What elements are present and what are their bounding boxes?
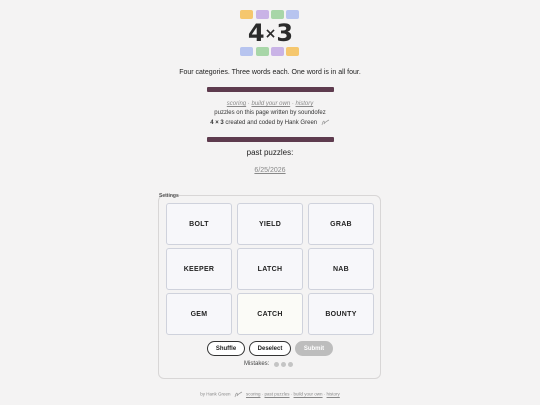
mistake-dot xyxy=(274,362,279,367)
word-tile[interactable]: NAB xyxy=(308,248,374,290)
mistake-dot xyxy=(281,362,286,367)
settings-label[interactable]: Settings xyxy=(159,193,179,199)
history-link[interactable]: history xyxy=(296,101,314,107)
word-tile[interactable]: BOLT xyxy=(166,203,232,245)
mistakes-label: Mistakes: xyxy=(244,361,270,367)
divider-bottom xyxy=(207,137,334,142)
signature-icon xyxy=(234,391,242,398)
logo-square xyxy=(240,10,253,19)
footer-scoring-link[interactable]: scoring xyxy=(246,392,261,397)
word-tile[interactable]: BOUNTY xyxy=(308,293,374,335)
logo-square xyxy=(271,47,284,56)
divider-top xyxy=(207,87,334,92)
word-tile[interactable]: GRAB xyxy=(308,203,374,245)
nav-links: scoring · build your own · history xyxy=(226,101,314,107)
logo-square xyxy=(286,47,299,56)
word-tile[interactable]: CATCH xyxy=(237,293,303,335)
logo-square xyxy=(286,10,299,19)
submit-button[interactable]: Submit xyxy=(295,341,333,356)
past-puzzle-link[interactable]: 6/25/2026 xyxy=(0,167,540,174)
build-your-own-link[interactable]: build your own xyxy=(251,101,290,107)
word-tile[interactable]: GEM xyxy=(166,293,232,335)
footer: by Hank Green scoring · past puzzles · b… xyxy=(200,391,340,398)
deselect-button[interactable]: Deselect xyxy=(249,341,291,356)
logo-square xyxy=(240,47,253,56)
footer-build-link[interactable]: build your own xyxy=(294,392,323,397)
logo: 4×3 xyxy=(240,10,300,56)
logo-wordmark: 4×3 xyxy=(247,19,293,47)
footer-past-puzzles-link[interactable]: past puzzles xyxy=(265,392,290,397)
word-tile[interactable]: LATCH xyxy=(237,248,303,290)
word-tile[interactable]: KEEPER xyxy=(166,248,232,290)
logo-square xyxy=(256,10,269,19)
logo-square xyxy=(271,10,284,19)
shuffle-button[interactable]: Shuffle xyxy=(207,341,245,356)
tagline: Four categories. Three words each. One w… xyxy=(179,69,361,76)
footer-history-link[interactable]: history xyxy=(327,392,340,397)
footer-byline: by Hank Green xyxy=(200,391,231,397)
signature-icon xyxy=(321,119,329,126)
scoring-link[interactable]: scoring xyxy=(227,101,246,107)
mistake-dot xyxy=(288,362,293,367)
past-puzzles-title: past puzzles: xyxy=(246,148,294,157)
creator-credit: 4 × 3 created and coded by Hank Green xyxy=(0,119,540,126)
word-tile[interactable]: YIELD xyxy=(237,203,303,245)
logo-square xyxy=(256,47,269,56)
puzzle-author-credit: puzzles on this page written by soundofe… xyxy=(214,110,326,116)
